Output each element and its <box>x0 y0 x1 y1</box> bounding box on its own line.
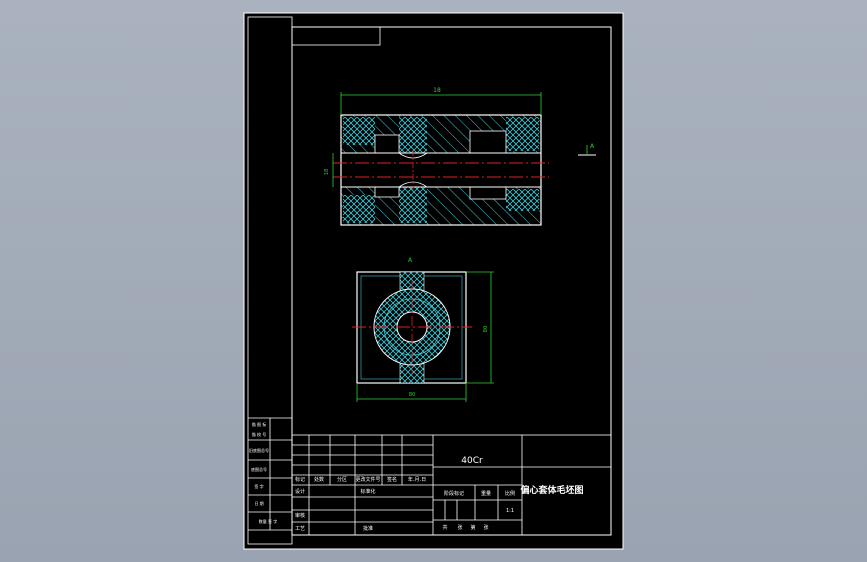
step-right-b <box>469 186 507 200</box>
part-name-text: 偏心套体毛坯图 <box>520 484 583 496</box>
dim-height-text: 80 <box>483 326 489 332</box>
side-label-3: 底图总号 <box>251 466 267 472</box>
side-label-5: 日 期 <box>254 500 263 506</box>
step-left <box>374 134 400 154</box>
tb-r4-5: 张 <box>457 524 462 531</box>
side-label-6: 数量 签 字 <box>259 518 278 524</box>
step-left-b <box>374 186 400 198</box>
scale-text: 1:1 <box>506 508 514 514</box>
insert-center-top <box>399 117 427 153</box>
insert-right-top <box>506 117 539 151</box>
tb-r1-5: 年.月.日 <box>408 476 426 483</box>
cad-drawing-viewport[interactable]: 18 18 A A 80 80 40Cr 偏心套体毛坯图 1:1 标记 处数 分… <box>0 0 867 562</box>
tb-r1-3: 更改文件号 <box>355 476 380 483</box>
tb-r4-4: 共 <box>442 524 447 531</box>
tb-r1-0: 标记 <box>295 476 305 483</box>
tb-r1-1: 处数 <box>314 476 324 483</box>
side-label-0: 描 图 标 <box>252 421 267 427</box>
insert-right-bottom <box>506 189 539 211</box>
tb-r4-0: 工艺 <box>295 526 305 532</box>
insert-center-bottom <box>399 187 427 223</box>
dim-bore-text: 18 <box>324 169 330 175</box>
side-label-1: 描 校 号 <box>252 431 267 437</box>
tb-r2-4: 阶段标记 <box>444 490 464 497</box>
tb-r1-4: 签名 <box>387 476 397 483</box>
tb-r3-0: 审核 <box>295 512 305 519</box>
tb-r2-6: 比例 <box>505 490 515 497</box>
dim-length-text: 18 <box>433 87 441 94</box>
tb-r4-2: 批准 <box>363 525 373 532</box>
tb-r4-6: 第 <box>470 524 475 531</box>
side-label-2: 旧底图总号 <box>249 447 269 453</box>
dim-width-text: 80 <box>409 392 415 398</box>
tb-r1-2: 分区 <box>337 476 347 483</box>
step-right <box>469 130 507 154</box>
side-label-4: 签 字 <box>254 483 263 489</box>
bore-cavity <box>341 153 541 187</box>
tb-r4-7: 张 <box>483 524 488 531</box>
tb-r2-0: 设计 <box>295 488 305 495</box>
tb-r2-5: 重量 <box>481 490 491 497</box>
tb-r2-2: 标准化 <box>360 488 375 495</box>
material-text: 40Cr <box>461 456 483 466</box>
insert-left-bottom <box>343 195 375 223</box>
insert-left-top <box>343 117 375 145</box>
